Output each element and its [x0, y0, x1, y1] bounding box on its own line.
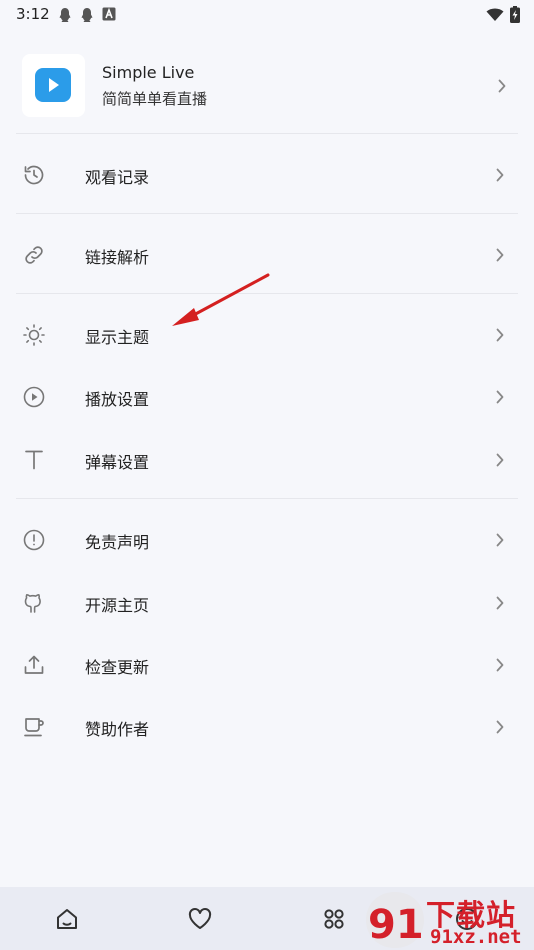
chevron-right-icon [496, 658, 504, 672]
menu-item-history[interactable]: 观看记录 [0, 144, 534, 206]
heart-icon[interactable] [186, 905, 214, 933]
chevron-right-icon [496, 328, 504, 342]
status-notification-icons [58, 7, 116, 23]
chevron-right-icon [496, 390, 504, 404]
app-logo-play [35, 68, 71, 102]
menu-label: 免责声明 [85, 533, 150, 552]
app-name: Simple Live [102, 63, 195, 82]
chevron-right-icon [496, 596, 504, 610]
chevron-right-icon [496, 248, 504, 262]
menu-item-disclaimer[interactable]: 免责声明 [0, 509, 534, 571]
menu-label: 链接解析 [85, 248, 150, 267]
grid-icon[interactable] [320, 905, 348, 933]
upload-icon [24, 655, 44, 674]
menu-item-sponsor[interactable]: 赞助作者 [0, 696, 534, 758]
divider [16, 293, 518, 294]
chevron-right-icon [496, 720, 504, 734]
status-system-icons [486, 6, 520, 23]
menu-label: 弹幕设置 [85, 453, 150, 472]
menu-label: 播放设置 [85, 390, 150, 409]
chevron-right-icon [496, 168, 504, 182]
svg-text:91: 91 [368, 902, 424, 948]
github-icon [24, 594, 41, 613]
menu-item-github[interactable]: 开源主页 [0, 572, 534, 634]
status-bar: 3:12 [0, 0, 534, 30]
chevron-right-icon [496, 453, 504, 467]
menu-item-playback[interactable]: 播放设置 [0, 366, 534, 428]
chevron-right-icon [496, 533, 504, 547]
menu-item-link-parse[interactable]: 链接解析 [0, 224, 534, 286]
menu-item-theme[interactable]: 显示主题 [0, 304, 534, 366]
divider [16, 133, 518, 134]
text-t-icon [25, 450, 43, 470]
qq-penguin-icon [59, 8, 71, 22]
sun-icon [23, 324, 45, 346]
battery-charging-icon [510, 6, 520, 23]
home-icon[interactable] [53, 905, 81, 933]
play-circle-icon [23, 386, 45, 408]
menu-label: 检查更新 [85, 658, 150, 677]
menu-item-danmaku[interactable]: 弹幕设置 [0, 429, 534, 491]
a-box-icon [102, 7, 116, 21]
alert-circle-icon [23, 529, 45, 551]
app-info-row[interactable]: Simple Live 简简单单看直播 [16, 47, 518, 125]
app-logo [22, 54, 85, 117]
qq-penguin-icon [81, 8, 93, 22]
app-subtitle: 简简单单看直播 [102, 90, 208, 108]
menu-label: 显示主题 [85, 328, 150, 347]
link-icon [25, 246, 43, 264]
chevron-right-icon [498, 79, 506, 93]
divider [16, 498, 518, 499]
watermark-logo: 91 [366, 892, 424, 948]
coffee-cup-icon [24, 718, 44, 737]
watermark: 91 下载站 91xz.net [364, 890, 534, 950]
menu-item-check-update[interactable]: 检查更新 [0, 634, 534, 696]
history-icon [24, 165, 44, 185]
menu-label: 开源主页 [85, 596, 150, 615]
menu-label: 赞助作者 [85, 720, 150, 739]
watermark-url: 91xz.net [430, 926, 522, 948]
status-time: 3:12 [16, 5, 50, 23]
divider [16, 213, 518, 214]
play-icon [49, 78, 59, 92]
wifi-icon [486, 8, 504, 21]
menu-label: 观看记录 [85, 168, 150, 187]
